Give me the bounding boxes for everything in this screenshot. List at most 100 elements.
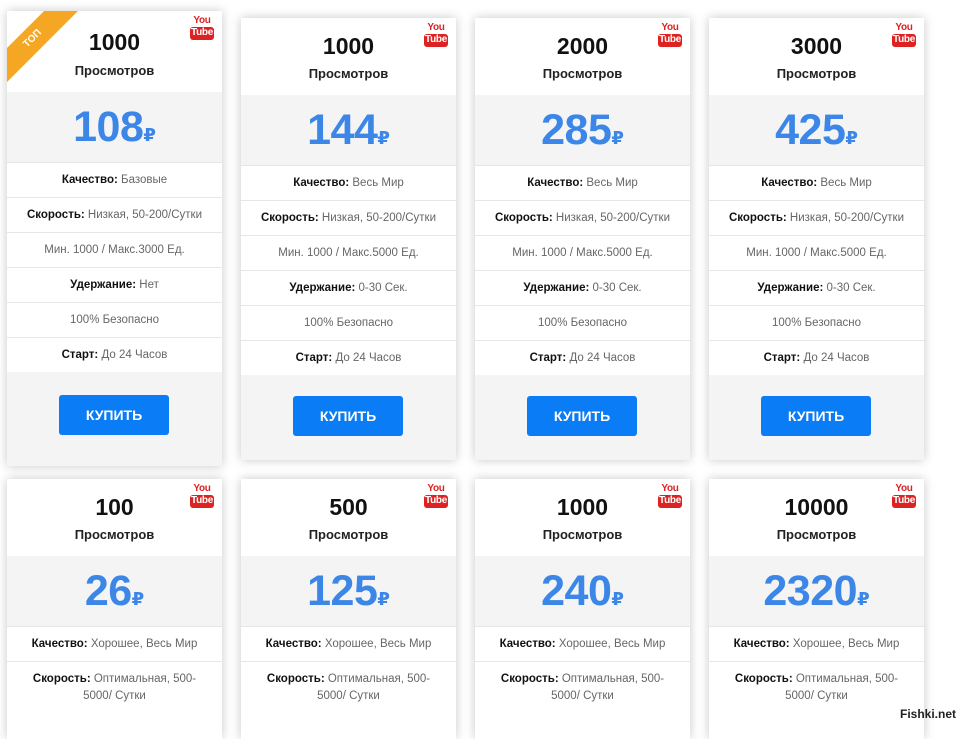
feature-row: Скорость: Оптимальная, 500-5000/ Сутки [709, 661, 924, 713]
feature-label: Удержание: [70, 278, 137, 291]
price-band: 2320₽ [709, 556, 924, 626]
card-header: 1000 Просмотров You Tube [241, 18, 456, 95]
feature-row: Удержание: Нет [7, 267, 222, 302]
pricing-card-3: 2000 Просмотров You Tube 285₽ Качество: В… [475, 18, 690, 460]
views-unit: Просмотров [308, 527, 389, 542]
ruble-sign: ₽ [131, 589, 145, 609]
feature-row: Мин. 1000 / Макс.5000 Ед. [241, 235, 456, 270]
card-footer: КУПИТЬ [709, 375, 924, 460]
price-value: 285 [541, 106, 612, 154]
feature-label: Качество: [265, 637, 322, 650]
feature-row: 100% Безопасно [709, 305, 924, 340]
feature-label: Скорость: [26, 208, 85, 221]
feature-value: Низкая, 50-200/Сутки [552, 211, 671, 224]
feature-row: Качество: Весь Мир [709, 165, 924, 200]
card-header: 100 Просмотров You Tube [7, 479, 222, 556]
feature-label: Качество: [499, 637, 556, 650]
price-band: 125₽ [241, 556, 456, 626]
feature-row: Удержание: 0-30 Сек. [475, 270, 690, 305]
card-footer: КУПИТЬ [475, 375, 690, 460]
youtube-icon: You Tube [892, 484, 916, 510]
buy-button[interactable]: КУПИТЬ [293, 396, 403, 436]
pricing-card-6: 500 Просмотров You Tube 125₽ Качество: Хо… [241, 479, 456, 739]
feature-row: Старт: До 24 Часов [475, 340, 690, 375]
youtube-logo-tube: Tube [424, 34, 448, 47]
feature-label: Старт: [295, 351, 333, 364]
feature-label: Качество: [293, 176, 350, 189]
feature-row: Скорость: Оптимальная, 500-5000/ Сутки [241, 661, 456, 713]
top-ribbon: ТОП [7, 11, 97, 101]
youtube-logo-you: You [427, 22, 445, 33]
feature-row: Старт: До 24 Часов [7, 337, 222, 372]
pricing-card-2: 1000 Просмотров You Tube 144₽ Качество: В… [241, 18, 456, 460]
youtube-logo-you: You [895, 483, 913, 494]
buy-button[interactable]: КУПИТЬ [59, 395, 169, 435]
card-footer: КУПИТЬ [241, 375, 456, 460]
views-unit: Просмотров [308, 66, 389, 81]
price-value: 108 [73, 103, 144, 151]
feature-value: Низкая, 50-200/Сутки [318, 211, 437, 224]
feature-row: Скорость: Низкая, 50-200/Сутки [241, 200, 456, 235]
feature-label: Скорость: [500, 672, 559, 685]
feature-label: Старт: [529, 351, 567, 364]
feature-value: Весь Мир [349, 176, 404, 189]
price-band: 285₽ [475, 95, 690, 165]
pricing-card-1: ТОП 1000 Просмотров You Tube 108₽ Качеств… [7, 11, 222, 466]
card-header: 10000 Просмотров You Tube [709, 479, 924, 556]
youtube-icon: You Tube [424, 484, 448, 510]
card-header: 3000 Просмотров You Tube [709, 18, 924, 95]
views-unit: Просмотров [74, 527, 155, 542]
youtube-logo-tube: Tube [658, 495, 682, 508]
feature-row: Мин. 1000 / Макс.3000 Ед. [7, 232, 222, 267]
pricing-card-8: 10000 Просмотров You Tube 2320₽ Качество:… [709, 479, 924, 739]
feature-value: До 24 Часов [800, 351, 870, 364]
youtube-logo-you: You [427, 483, 445, 494]
feature-row: Старт: До 24 Часов [709, 340, 924, 375]
feature-value: 100% Безопасно [304, 316, 393, 329]
feature-label: Скорость: [260, 211, 319, 224]
feature-row: Качество: Весь Мир [475, 165, 690, 200]
feature-value: Хорошее, Весь Мир [87, 637, 198, 650]
feature-value: Оптимальная, 500-5000/ Сутки [317, 672, 431, 702]
feature-row: 100% Безопасно [475, 305, 690, 340]
card-header: 2000 Просмотров You Tube [475, 18, 690, 95]
youtube-icon: You Tube [658, 484, 682, 510]
youtube-logo-you: You [193, 15, 211, 26]
ruble-sign: ₽ [857, 589, 870, 609]
price-value: 240 [541, 567, 612, 615]
price-band: 240₽ [475, 556, 690, 626]
feature-row: Удержание: 0-30 Сек. [709, 270, 924, 305]
feature-label: Качество: [733, 637, 790, 650]
price-band: 144₽ [241, 95, 456, 165]
feature-label: Старт: [763, 351, 801, 364]
feature-label: Скорость: [266, 672, 325, 685]
views-unit: Просмотров [542, 66, 623, 81]
youtube-logo-you: You [193, 483, 211, 494]
feature-label: Скорость: [734, 672, 793, 685]
youtube-icon: You Tube [190, 484, 214, 510]
feature-row: Скорость: Оптимальная, 500-5000/ Сутки [475, 661, 690, 713]
feature-row: Качество: Хорошее, Весь Мир [241, 626, 456, 661]
feature-value: Весь Мир [817, 176, 872, 189]
pricing-card-5: 100 Просмотров You Tube 26₽ Качество: Хор… [7, 479, 222, 739]
youtube-logo-you: You [895, 22, 913, 33]
feature-row: 100% Безопасно [7, 302, 222, 337]
price-value: 425 [775, 106, 846, 154]
feature-row: Старт: До 24 Часов [241, 340, 456, 375]
feature-value: Хорошее, Весь Мир [555, 637, 666, 650]
feature-value: Оптимальная, 500-5000/ Сутки [551, 672, 665, 702]
feature-row: Скорость: Оптимальная, 500-5000/ Сутки [7, 661, 222, 713]
youtube-logo-tube: Tube [658, 34, 682, 47]
feature-label: Качество: [527, 176, 584, 189]
feature-label: Качество: [61, 173, 118, 186]
buy-button[interactable]: КУПИТЬ [761, 396, 871, 436]
feature-value: Мин. 1000 / Макс.5000 Ед. [512, 246, 653, 259]
views-unit: Просмотров [74, 63, 155, 78]
youtube-logo-tube: Tube [190, 495, 214, 508]
feature-row: Скорость: Низкая, 50-200/Сутки [709, 200, 924, 235]
feature-row: Мин. 1000 / Макс.5000 Ед. [475, 235, 690, 270]
pricing-card-7: 1000 Просмотров You Tube 240₽ Качество: Х… [475, 479, 690, 739]
card-header: ТОП 1000 Просмотров You Tube [7, 11, 222, 97]
buy-button[interactable]: КУПИТЬ [527, 396, 637, 436]
feature-row: Качество: Хорошее, Весь Мир [7, 626, 222, 661]
